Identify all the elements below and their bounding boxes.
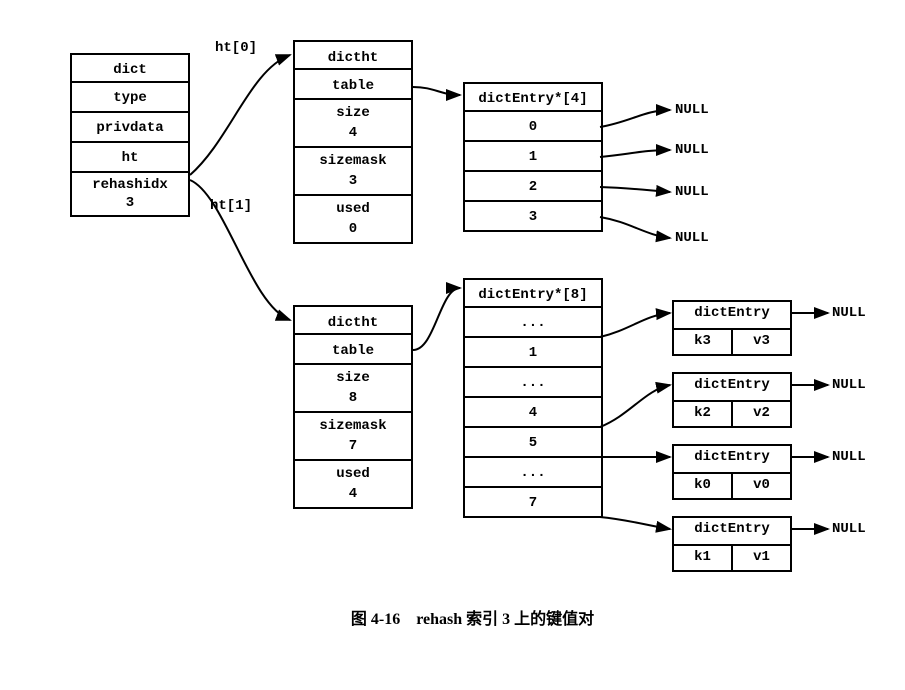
null-label: NULL [675,230,709,246]
null-label: NULL [675,102,709,118]
arr4-header: dictEntry*[4] [463,82,603,112]
figure-caption: 图 4-16 rehash 索引 3 上的键值对 [20,605,905,629]
dict-rehashidx: rehashidx 3 [70,173,190,217]
ht1-struct: dictht table size8 sizemask7 used4 [293,305,413,509]
ht1-size: size8 [293,365,413,413]
ht0-label: ht[0] [215,40,257,56]
entry-key: k2 [672,402,731,428]
null-label: NULL [832,305,866,321]
arr8-row: 1 [463,338,603,368]
null-label: NULL [832,449,866,465]
dictentry-k1: dictEntry k1v1 [672,516,792,572]
ht0-size: size4 [293,100,413,148]
arr8-row: ... [463,308,603,338]
dict-ht: ht [70,143,190,173]
entry-title: dictEntry [672,444,792,474]
entry-val: v3 [731,330,792,356]
arr4-row: 3 [463,202,603,232]
ht1-sizemask: sizemask7 [293,413,413,461]
entry-key: k0 [672,474,731,500]
diagram-canvas: dict type privdata ht rehashidx 3 ht[0] … [20,20,905,670]
arr8-row: 5 [463,428,603,458]
ht0-struct: dictht table size4 sizemask3 used0 [293,40,413,244]
arr8-row: 4 [463,398,603,428]
ht1-title: dictht [293,305,413,335]
ht1-used: used4 [293,461,413,509]
dict-struct: dict type privdata ht rehashidx 3 [70,53,190,217]
arr4: dictEntry*[4] 0 1 2 3 [463,82,603,232]
dict-title: dict [70,53,190,83]
arr4-row: 0 [463,112,603,142]
arr4-row: 2 [463,172,603,202]
null-label: NULL [675,184,709,200]
entry-title: dictEntry [672,372,792,402]
null-label: NULL [832,521,866,537]
entry-val: v1 [731,546,792,572]
entry-title: dictEntry [672,300,792,330]
arr8-row: 7 [463,488,603,518]
dict-type: type [70,83,190,113]
ht1-table: table [293,335,413,365]
dictentry-k2: dictEntry k2v2 [672,372,792,428]
ht0-table: table [293,70,413,100]
null-label: NULL [832,377,866,393]
ht1-label: ht[1] [210,198,252,214]
ht0-sizemask: sizemask3 [293,148,413,196]
entry-val: v0 [731,474,792,500]
ht0-title: dictht [293,40,413,70]
null-label: NULL [675,142,709,158]
dictentry-k0: dictEntry k0v0 [672,444,792,500]
entry-title: dictEntry [672,516,792,546]
arr8-row: ... [463,458,603,488]
entry-key: k1 [672,546,731,572]
arr4-row: 1 [463,142,603,172]
entry-key: k3 [672,330,731,356]
arr8-row: ... [463,368,603,398]
entry-val: v2 [731,402,792,428]
arr8-header: dictEntry*[8] [463,278,603,308]
arr8: dictEntry*[8] ... 1 ... 4 5 ... 7 [463,278,603,518]
ht0-used: used0 [293,196,413,244]
dict-privdata: privdata [70,113,190,143]
dictentry-k3: dictEntry k3v3 [672,300,792,356]
